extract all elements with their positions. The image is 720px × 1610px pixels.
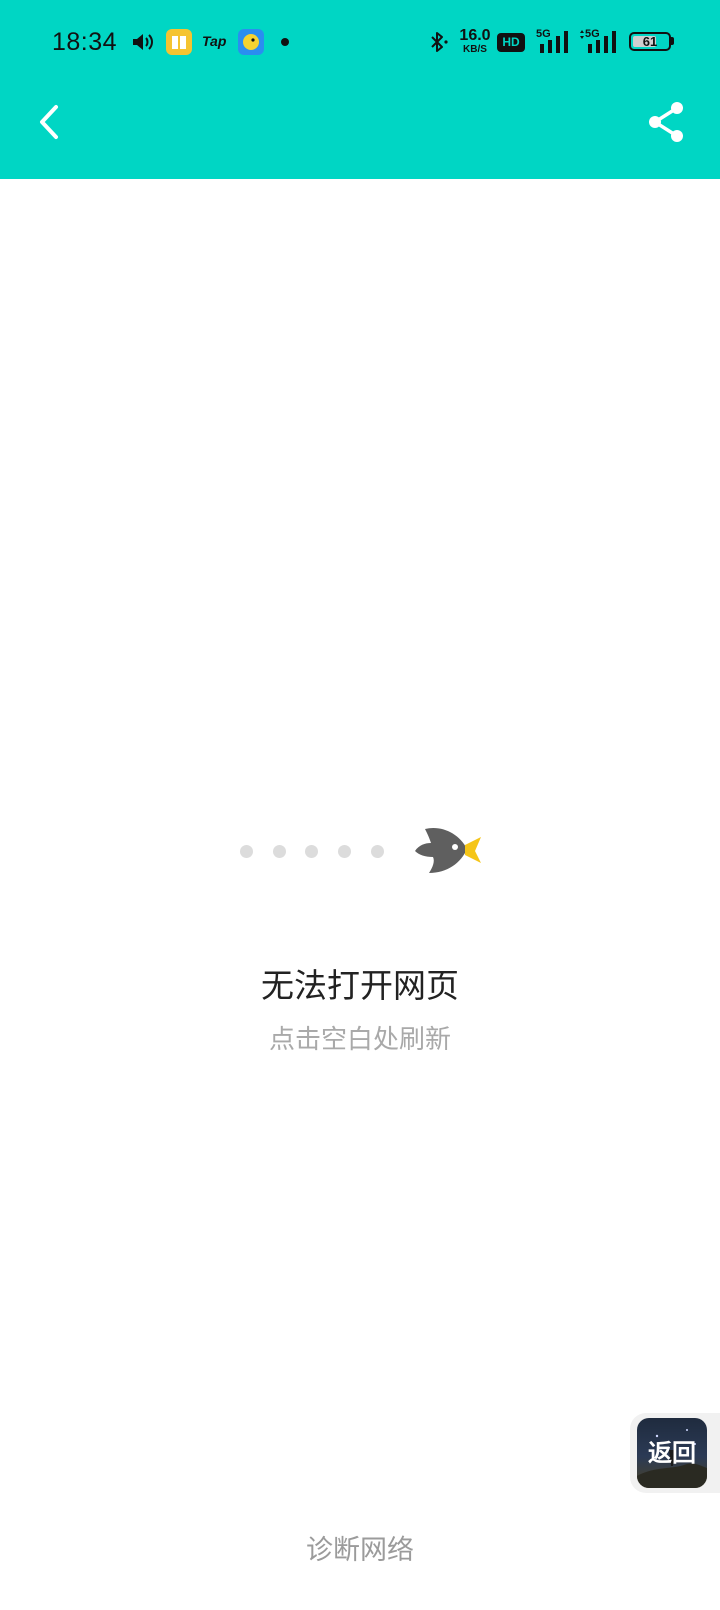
- floating-back-label: 返回: [648, 1439, 696, 1467]
- network-speed-unit: KB/S: [463, 44, 487, 55]
- share-icon: [649, 102, 683, 142]
- hd-badge-label: HD: [502, 35, 520, 49]
- network-speed-value: 16.0: [459, 27, 491, 44]
- status-bar: 18:34 Tap 16.0 KB/S HD 5G 5G 61: [0, 0, 720, 86]
- top-bar: 18:34 Tap 16.0 KB/S HD 5G 5G 61: [0, 0, 720, 179]
- network-speed: 16.0 KB/S: [457, 28, 493, 56]
- signal-icon: 5G: [578, 28, 620, 56]
- book-app-icon: [166, 29, 192, 55]
- dot-icon: [281, 38, 289, 46]
- loading-dot: [273, 845, 286, 858]
- floating-back-button[interactable]: 返回: [630, 1413, 720, 1493]
- hd-icon: HD: [497, 33, 525, 52]
- back-button[interactable]: [30, 98, 74, 146]
- refresh-area[interactable]: 无法打开网页 点击空白处刷新: [0, 609, 720, 1069]
- webview-content: 无法打开网页 点击空白处刷新: [0, 179, 720, 1610]
- error-subtitle: 点击空白处刷新: [268, 1025, 451, 1055]
- bird-app-icon: [238, 29, 264, 55]
- bluetooth-icon: [431, 32, 448, 52]
- error-title: 无法打开网页: [261, 966, 459, 1005]
- tap-app-icon: Tap: [202, 33, 227, 49]
- chevron-left-icon: [40, 105, 58, 139]
- status-time: 18:34: [52, 28, 118, 56]
- battery-level: 61: [642, 34, 658, 49]
- share-button[interactable]: [645, 98, 689, 146]
- signal-icon: 5G: [536, 28, 572, 56]
- volume-icon: [133, 34, 153, 50]
- battery-icon: 61: [629, 32, 671, 51]
- loading-dot: [305, 845, 318, 858]
- diagnose-network-link[interactable]: 诊断网络: [0, 1528, 720, 1567]
- loading-dot: [371, 845, 384, 858]
- bird-icon: [415, 827, 481, 873]
- loading-dot: [338, 845, 351, 858]
- loading-dot: [240, 845, 253, 858]
